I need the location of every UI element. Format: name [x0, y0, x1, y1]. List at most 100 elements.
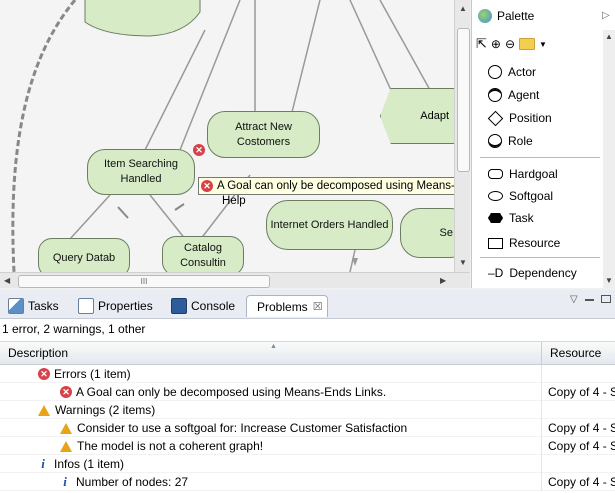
sort-indicator-icon: ▲: [270, 343, 277, 350]
goal-label: Se: [439, 226, 453, 239]
tab-properties[interactable]: Properties: [72, 295, 159, 317]
palette-item-dependency[interactable]: –D Dependency: [488, 263, 577, 283]
description-cell: Consider to use a softgoal for: Increase…: [0, 419, 407, 437]
table-row[interactable]: Warnings (2 items): [0, 400, 615, 419]
diagram-horizontal-scrollbar[interactable]: ◀ III ▶: [0, 272, 470, 288]
tab-label: Problems: [257, 299, 308, 314]
description-cell: ✕ Errors (1 item): [0, 365, 131, 383]
agent-icon: [488, 88, 502, 102]
goal-query-database[interactable]: Query Datab: [38, 238, 130, 272]
goal-se[interactable]: Se: [400, 208, 454, 258]
console-icon: [171, 298, 187, 314]
tab-console[interactable]: Console: [165, 295, 241, 317]
error-icon: ✕: [201, 180, 213, 192]
scroll-up-icon[interactable]: ▲: [605, 32, 613, 41]
maximize-icon[interactable]: [601, 295, 611, 303]
palette-item-task[interactable]: Task: [488, 208, 534, 228]
row-text: Number of nodes: 27: [76, 474, 189, 489]
table-row[interactable]: ✕ A Goal can only be decomposed using Me…: [0, 382, 615, 401]
table-row[interactable]: The model is not a coherent graph! Copy …: [0, 436, 615, 455]
position-icon: [487, 110, 504, 126]
select-tool-icon[interactable]: ⇱: [476, 36, 487, 52]
tab-problems[interactable]: Problems ☒: [246, 295, 328, 317]
resource-cell: Copy of 4 - S: [541, 472, 615, 491]
row-text: Consider to use a softgoal for: Increase…: [77, 420, 408, 435]
resource-cell: [541, 454, 615, 473]
goal-label: Catalog Consultin: [180, 242, 226, 269]
scroll-thumb[interactable]: [457, 28, 470, 172]
tab-tasks[interactable]: Tasks: [2, 295, 65, 317]
dropdown-icon[interactable]: ▼: [539, 40, 547, 49]
scroll-right-icon[interactable]: ▶: [440, 276, 446, 285]
resource-icon: [488, 237, 503, 249]
description-cell: i Number of nodes: 27: [0, 473, 188, 491]
palette-item-role[interactable]: Role: [488, 131, 533, 151]
palette-collapse-icon[interactable]: ▷: [602, 10, 610, 21]
table-row[interactable]: ✕ Errors (1 item): [0, 364, 615, 383]
palette-item-agent[interactable]: Agent: [488, 85, 539, 105]
tooltip-text: A Goal can only be decomposed using Mean…: [217, 180, 454, 192]
palette-header[interactable]: Palette: [478, 6, 534, 26]
problems-table: Description ▲ Resource ✕ Errors (1 item)…: [0, 339, 615, 493]
palette-separator: [480, 157, 600, 158]
palette-item-actor[interactable]: Actor: [488, 62, 536, 82]
palette-item-hardgoal[interactable]: Hardgoal: [488, 164, 558, 184]
minimize-icon[interactable]: [585, 299, 594, 301]
palette-item-resource[interactable]: Resource: [488, 233, 560, 253]
goal-label: Attract New Costomers: [235, 120, 292, 148]
diagram-vertical-scrollbar[interactable]: ▲ ▼: [454, 0, 470, 272]
goal-item-searching-handled[interactable]: Item Searching Handled: [87, 149, 195, 195]
zoom-in-icon[interactable]: ⊕: [491, 37, 501, 51]
row-text: Errors (1 item): [54, 366, 131, 381]
scroll-up-icon[interactable]: ▲: [459, 4, 467, 13]
resource-cell: [541, 400, 615, 419]
palette-item-label: Resource: [509, 236, 561, 250]
scroll-down-icon[interactable]: ▼: [459, 258, 467, 267]
diagram-canvas[interactable]: Attract New Costomers Item Searching Han…: [0, 0, 454, 272]
goal-catalog-consulting[interactable]: Catalog Consultin: [162, 236, 244, 272]
scroll-left-icon[interactable]: ◀: [4, 276, 10, 285]
column-header-description[interactable]: Description ▲: [0, 342, 541, 364]
resource-cell: Copy of 4 - S: [541, 382, 615, 401]
row-text: Warnings (2 items): [55, 402, 156, 417]
info-icon: i: [41, 455, 45, 471]
column-header-resource[interactable]: Resource: [541, 342, 615, 364]
row-text: A Goal can only be decomposed using Mean…: [76, 384, 387, 399]
table-header: Description ▲ Resource: [0, 341, 615, 365]
palette-scrollbar[interactable]: ▲ ▼: [603, 30, 615, 288]
palette-toolbar: ⇱ ⊕ ⊖ ▼: [476, 34, 600, 54]
view-menu-icon[interactable]: ▽: [570, 294, 578, 305]
palette-title: Palette: [497, 9, 535, 23]
table-row[interactable]: i Infos (1 item): [0, 454, 615, 473]
scroll-thumb[interactable]: III: [18, 275, 270, 288]
table-row[interactable]: Consider to use a softgoal for: Increase…: [0, 418, 615, 437]
column-label: Description: [8, 346, 69, 360]
palette-separator: [480, 257, 600, 258]
description-cell: Warnings (2 items): [0, 401, 155, 419]
error-tooltip: ✕ A Goal can only be decomposed using Me…: [198, 177, 454, 195]
goal-internet-orders-handled[interactable]: Internet Orders Handled: [266, 200, 393, 250]
tasks-icon: [8, 298, 24, 314]
palette-item-softgoal[interactable]: Softgoal: [488, 186, 553, 206]
warning-icon: [60, 441, 72, 452]
resource-cell: Copy of 4 - S: [541, 436, 615, 455]
description-cell: The model is not a coherent graph!: [0, 437, 263, 455]
task-adapt[interactable]: Adapt: [380, 88, 454, 144]
error-icon: ✕: [38, 367, 50, 380]
scroll-grip: III: [140, 277, 148, 286]
dependency-icon: –D: [488, 266, 504, 280]
close-icon[interactable]: ☒: [313, 300, 323, 313]
palette-item-label: Hardgoal: [509, 167, 558, 181]
palette-item-label: Softgoal: [509, 189, 554, 203]
goal-attract-new-customers[interactable]: Attract New Costomers: [207, 111, 320, 158]
table-row[interactable]: i Number of nodes: 27 Copy of 4 - S: [0, 472, 615, 491]
resource-cell: Copy of 4 - S: [541, 418, 615, 437]
palette-item-label: Agent: [508, 88, 540, 102]
palette-item-label: Task: [509, 211, 534, 225]
zoom-out-icon[interactable]: ⊖: [505, 37, 515, 51]
help-label: Help: [222, 195, 246, 207]
palette-item-position[interactable]: Position: [487, 108, 552, 128]
scroll-down-icon[interactable]: ▼: [605, 276, 613, 285]
folder-icon[interactable]: [519, 38, 536, 50]
goal-label: Query Datab: [52, 251, 116, 264]
